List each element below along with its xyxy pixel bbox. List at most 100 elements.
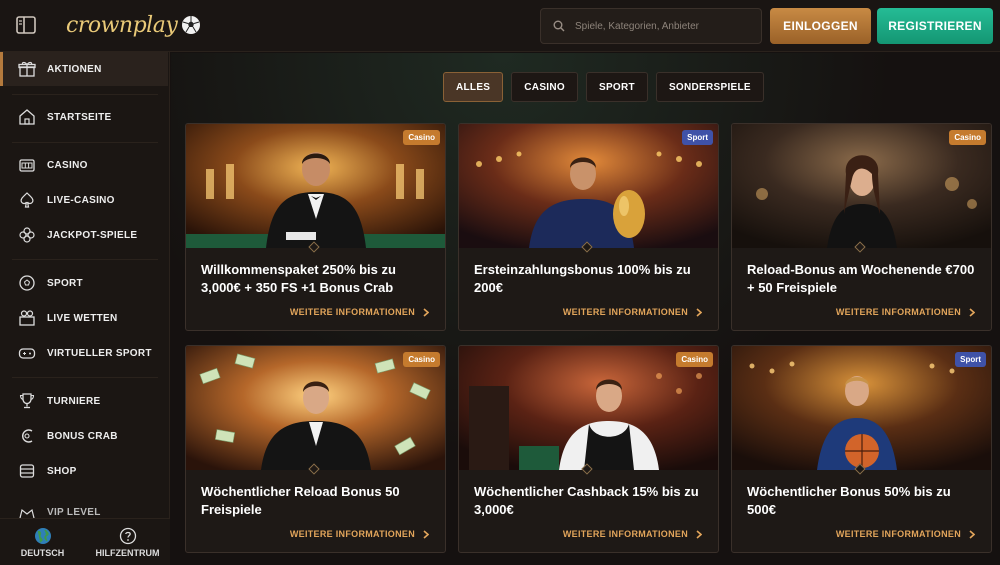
login-button[interactable]: EINLOGGEN xyxy=(770,8,871,44)
help-center-button[interactable]: HILFZENTRUM xyxy=(85,519,170,565)
category-badge: Sport xyxy=(955,352,986,367)
sidebar-item-sport[interactable]: SPORT xyxy=(0,266,168,300)
category-badge: Casino xyxy=(676,352,713,367)
more-info-link[interactable]: WEITERE INFORMATIONEN xyxy=(563,529,702,539)
search-input[interactable] xyxy=(575,20,745,32)
promo-title: Ersteinzahlungsbonus 100% bis zu 200€ xyxy=(474,262,691,295)
sidebar-item-live-casino[interactable]: LIVE-CASINO xyxy=(0,183,168,217)
promo-card[interactable]: Sport Wöchentlicher Bonus 50% bis zu 500… xyxy=(731,345,992,553)
sidebar-item-label: LIVE WETTEN xyxy=(47,312,118,324)
sidebar-item-jackpot[interactable]: JACKPOT-SPIELE xyxy=(0,218,168,252)
sidebar-item-aktionen[interactable]: AKTIONEN xyxy=(0,52,168,86)
logo-text: crownplay xyxy=(66,12,178,38)
sidebar-divider xyxy=(12,94,158,95)
more-info-link[interactable]: WEITERE INFORMATIONEN xyxy=(563,307,702,317)
promo-image xyxy=(459,124,718,248)
promo-card[interactable]: Casino Wöchentlicher Reload Bonus 50 Fre… xyxy=(185,345,446,553)
more-info-link[interactable]: WEITERE INFORMATIONEN xyxy=(290,307,429,317)
promo-image xyxy=(732,346,991,470)
main-content: ALLES CASINO SPORT SONDERSPIELE Casino W… xyxy=(171,53,1000,565)
chevron-right-icon xyxy=(423,307,429,317)
sidebar-divider xyxy=(12,142,158,143)
more-info-link[interactable]: WEITERE INFORMATIONEN xyxy=(290,529,429,539)
register-button[interactable]: REGISTRIEREN xyxy=(877,8,993,44)
sidebar-item-casino[interactable]: CASINO xyxy=(0,148,168,182)
filter-tab-alles[interactable]: ALLES xyxy=(443,72,504,102)
soccer-ball-icon xyxy=(182,16,201,34)
chevron-right-icon xyxy=(969,307,975,317)
sidebar-item-bonus-crab[interactable]: BONUS CRAB xyxy=(0,419,168,453)
chevron-right-icon xyxy=(696,307,702,317)
globe-icon xyxy=(34,527,51,544)
sidebar-item-label: VIRTUELLER SPORT xyxy=(47,347,152,359)
sidebar-item-turniere[interactable]: TURNIERE xyxy=(0,384,168,418)
sidebar-item-label: SPORT xyxy=(47,277,83,289)
filter-tab-sonderspiele[interactable]: SONDERSPIELE xyxy=(655,72,764,102)
promo-title: Wöchentlicher Cashback 15% bis zu 3,000€ xyxy=(474,484,699,517)
top-header: crownplay EINLOGGEN REGISTRIEREN xyxy=(0,0,1000,52)
home-icon xyxy=(19,109,35,125)
sidebar-item-label: JACKPOT-SPIELE xyxy=(47,229,138,241)
sidebar: AKTIONEN STARTSEITE CASINO LIVE-CASINO J… xyxy=(0,52,170,565)
sidebar-item-shop[interactable]: SHOP xyxy=(0,454,168,488)
sidebar-toggle-icon[interactable] xyxy=(14,14,38,36)
category-badge: Sport xyxy=(682,130,713,145)
slot-icon xyxy=(19,159,35,172)
sidebar-item-label: LIVE-CASINO xyxy=(47,194,115,206)
category-badge: Casino xyxy=(403,130,440,145)
sidebar-item-label: AKTIONEN xyxy=(47,63,102,75)
promo-title: Wöchentlicher Reload Bonus 50 Freispiele xyxy=(201,484,400,517)
promo-title: Willkommenspaket 250% bis zu 3,000€ + 35… xyxy=(201,262,396,295)
sidebar-footer: DEUTSCH HILFZENTRUM xyxy=(0,518,170,565)
vip-icon xyxy=(19,508,35,518)
sidebar-item-label: SHOP xyxy=(47,465,77,477)
sidebar-item-label: VIP LEVEL xyxy=(47,507,101,518)
sidebar-divider xyxy=(12,259,158,260)
promo-card[interactable]: Sport Ersteinzahlungsbonus 100% bis zu 2… xyxy=(458,123,719,331)
more-info-link[interactable]: WEITERE INFORMATIONEN xyxy=(836,529,975,539)
more-info-link[interactable]: WEITERE INFORMATIONEN xyxy=(836,307,975,317)
sidebar-item-label: TURNIERE xyxy=(47,395,101,407)
filter-tabs: ALLES CASINO SPORT SONDERSPIELE xyxy=(443,72,764,102)
sidebar-divider xyxy=(12,377,158,378)
filter-tab-sport[interactable]: SPORT xyxy=(585,72,648,102)
clover-icon xyxy=(19,227,35,243)
chevron-right-icon xyxy=(696,529,702,539)
more-info-label: WEITERE INFORMATIONEN xyxy=(562,307,688,317)
promo-card[interactable]: Casino Reload-Bonus am Wochenende €700 +… xyxy=(731,123,992,331)
sidebar-item-vip[interactable]: VIP LEVEL xyxy=(0,498,168,518)
more-info-label: WEITERE INFORMATIONEN xyxy=(289,529,415,539)
search-icon xyxy=(553,20,565,32)
help-label: HILFZENTRUM xyxy=(95,547,160,558)
sidebar-item-live-wetten[interactable]: LIVE WETTEN xyxy=(0,301,168,335)
promo-title: Reload-Bonus am Wochenende €700 + 50 Fre… xyxy=(747,262,975,295)
chevron-right-icon xyxy=(423,529,429,539)
trophy-icon xyxy=(19,393,35,409)
promo-title: Wöchentlicher Bonus 50% bis zu 500€ xyxy=(747,484,951,517)
sidebar-item-label: CASINO xyxy=(47,159,88,171)
language-button[interactable]: DEUTSCH xyxy=(0,519,85,565)
sidebar-item-startseite[interactable]: STARTSEITE xyxy=(0,100,168,134)
category-badge: Casino xyxy=(949,130,986,145)
chevron-right-icon xyxy=(969,529,975,539)
more-info-label: WEITERE INFORMATIONEN xyxy=(835,307,961,317)
logo[interactable]: crownplay xyxy=(66,10,201,40)
sidebar-item-label: STARTSEITE xyxy=(47,111,112,123)
spade-icon xyxy=(20,192,34,208)
filter-tab-casino[interactable]: CASINO xyxy=(511,72,578,102)
help-icon xyxy=(119,527,136,544)
category-badge: Casino xyxy=(403,352,440,367)
more-info-label: WEITERE INFORMATIONEN xyxy=(835,529,961,539)
more-info-label: WEITERE INFORMATIONEN xyxy=(289,307,415,317)
gift-icon xyxy=(18,61,36,77)
promo-card[interactable]: Casino Wöchentlicher Cashback 15% bis zu… xyxy=(458,345,719,553)
more-info-label: WEITERE INFORMATIONEN xyxy=(562,529,688,539)
gamepad-icon xyxy=(18,348,36,359)
crab-icon xyxy=(22,429,33,443)
live-bet-icon xyxy=(19,310,35,326)
promo-card[interactable]: Casino Willkommenspaket 250% bis zu 3,00… xyxy=(185,123,446,331)
football-icon xyxy=(19,275,35,291)
search-box[interactable] xyxy=(540,8,762,44)
sidebar-item-virtueller-sport[interactable]: VIRTUELLER SPORT xyxy=(0,336,168,370)
shop-icon xyxy=(19,464,35,478)
